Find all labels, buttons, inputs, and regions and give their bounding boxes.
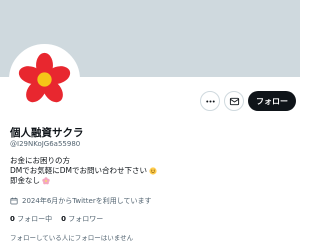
message-button[interactable] <box>224 91 244 111</box>
mail-icon <box>229 97 239 105</box>
profile-bio: お金にお困りの方 DMでお気軽にDMでお問い合わせ下さい 即金なし <box>10 156 157 186</box>
red-flower-icon <box>18 52 71 103</box>
following-link[interactable]: 0 フォロー中 <box>10 214 52 224</box>
profile-display-name: 個人融資サクラ <box>10 127 84 139</box>
followers-link[interactable]: 0 フォロワー <box>61 214 103 224</box>
profile-handle: @I29NKoJG6a55980 <box>10 140 81 148</box>
pink-flower-emoji-icon <box>42 177 50 185</box>
bio-line: お金にお困りの方 <box>10 156 70 165</box>
more-horizontal-icon <box>205 99 215 103</box>
bio-line: 即金なし <box>10 176 157 186</box>
more-options-button[interactable] <box>200 91 220 111</box>
followed-by-notice: フォローしている人にフォローはいません <box>10 234 134 242</box>
follow-stats: 0 フォロー中 0 フォロワー <box>10 214 103 224</box>
calendar-icon <box>10 197 18 205</box>
follow-button[interactable]: フォロー <box>248 91 296 111</box>
joined-date: 2024年6月からTwitterを利用しています <box>10 196 152 206</box>
smiling-face-emoji-icon <box>149 167 157 175</box>
bio-line: DMでお気軽にDMでお問い合わせ下さい <box>10 166 157 176</box>
profile-avatar[interactable] <box>9 44 80 115</box>
